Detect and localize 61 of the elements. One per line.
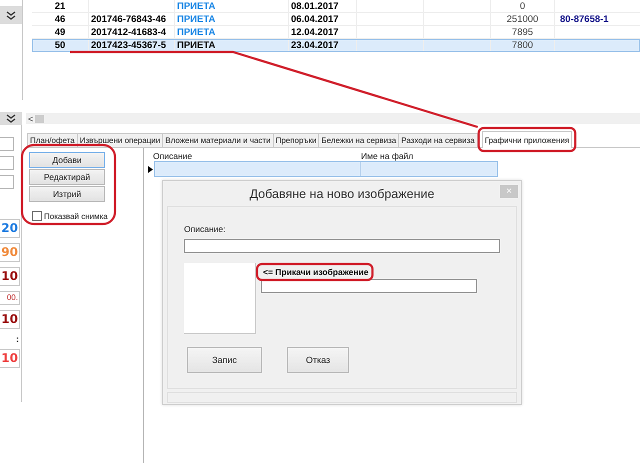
scrollbar-thumb[interactable] (35, 114, 44, 122)
table-row[interactable]: 21 ПРИЕТА 08.01.2017 0 (32, 0, 640, 13)
table-cell: 7895 (512, 27, 534, 38)
table-cell: 21 (54, 1, 66, 12)
delete-button[interactable]: Изтрий (29, 186, 105, 202)
table-cell: ПРИЕТА (177, 40, 216, 51)
table-cell: 50 (54, 40, 66, 51)
checkbox[interactable] (32, 211, 42, 221)
collapse-button[interactable] (0, 112, 22, 125)
table-cell: 201746-76843-46 (91, 14, 166, 25)
image-preview (184, 263, 256, 334)
table-row[interactable]: 46 201746-76843-46 ПРИЕТА 06.04.2017 251000 80-87658-1 (32, 13, 640, 26)
table-cell: 46 (54, 14, 66, 25)
edit-button[interactable]: Редактирай (29, 169, 105, 185)
tab[interactable]: Извършени операции (76, 133, 164, 147)
value-field[interactable]: 20 (0, 219, 20, 238)
input-field[interactable] (0, 137, 14, 151)
table-row[interactable]: 50 2017423-45367-5 ПРИЕТА 23.04.2017 7800 (32, 39, 640, 52)
table-cell: 12.04.2017 (291, 27, 339, 38)
table-row[interactable] (154, 160, 498, 176)
column-header: Описание (152, 151, 194, 161)
tab[interactable]: Бележки на сервиза (318, 133, 400, 147)
table-cell: ПРИЕТА (177, 1, 216, 12)
field-label: : (15, 334, 20, 344)
save-button[interactable]: Запис (187, 347, 262, 373)
tab[interactable]: Графични приложения (482, 131, 572, 148)
table-cell: 23.04.2017 (291, 40, 339, 51)
tab[interactable]: Вложени материали и части (162, 133, 274, 147)
double-chevron-icon (6, 114, 16, 123)
cancel-button[interactable]: Отказ (287, 347, 349, 373)
dialog-title: Добавяне на ново изображение (250, 187, 434, 201)
horizontal-scrollbar[interactable]: < (26, 113, 640, 124)
table-cell: 2017423-45367-5 (91, 40, 166, 51)
file-field[interactable] (261, 279, 477, 293)
column-header: Име на файл (360, 151, 414, 161)
table-cell: 251000 (506, 14, 538, 25)
field-label: Описание: (184, 224, 226, 235)
table-cell: ПРИЕТА (177, 27, 216, 38)
value-field[interactable]: .00 (0, 291, 20, 305)
value-field[interactable]: 10 (0, 349, 20, 368)
add-button[interactable]: Добави (29, 152, 105, 168)
double-chevron-icon (6, 10, 16, 20)
tab[interactable]: Разходи на сервиза (398, 133, 478, 147)
checkbox-label: Показвай снимка (44, 212, 108, 220)
input-field[interactable] (0, 175, 14, 189)
value-field[interactable]: 10 (0, 310, 20, 329)
collapse-button[interactable] (0, 6, 22, 24)
table-cell: 2017412-41683-4 (91, 27, 166, 38)
table-cell: 0 (520, 1, 526, 12)
table-cell: 06.04.2017 (291, 14, 339, 25)
table-cell: ПРИЕТА (177, 14, 216, 25)
attach-label: <= Прикачи изображение (262, 267, 368, 277)
description-field[interactable] (184, 239, 500, 253)
table-cell: 80-87658-1 (560, 14, 609, 25)
scroll-left-button[interactable]: < (26, 114, 36, 124)
table-cell: 49 (54, 27, 66, 38)
input-field[interactable] (0, 156, 14, 170)
tab[interactable]: Препоръки (272, 133, 320, 147)
table-cell: 08.01.2017 (291, 1, 339, 12)
value-field[interactable]: 10 (0, 267, 20, 286)
table-cell: 7800 (512, 40, 534, 51)
